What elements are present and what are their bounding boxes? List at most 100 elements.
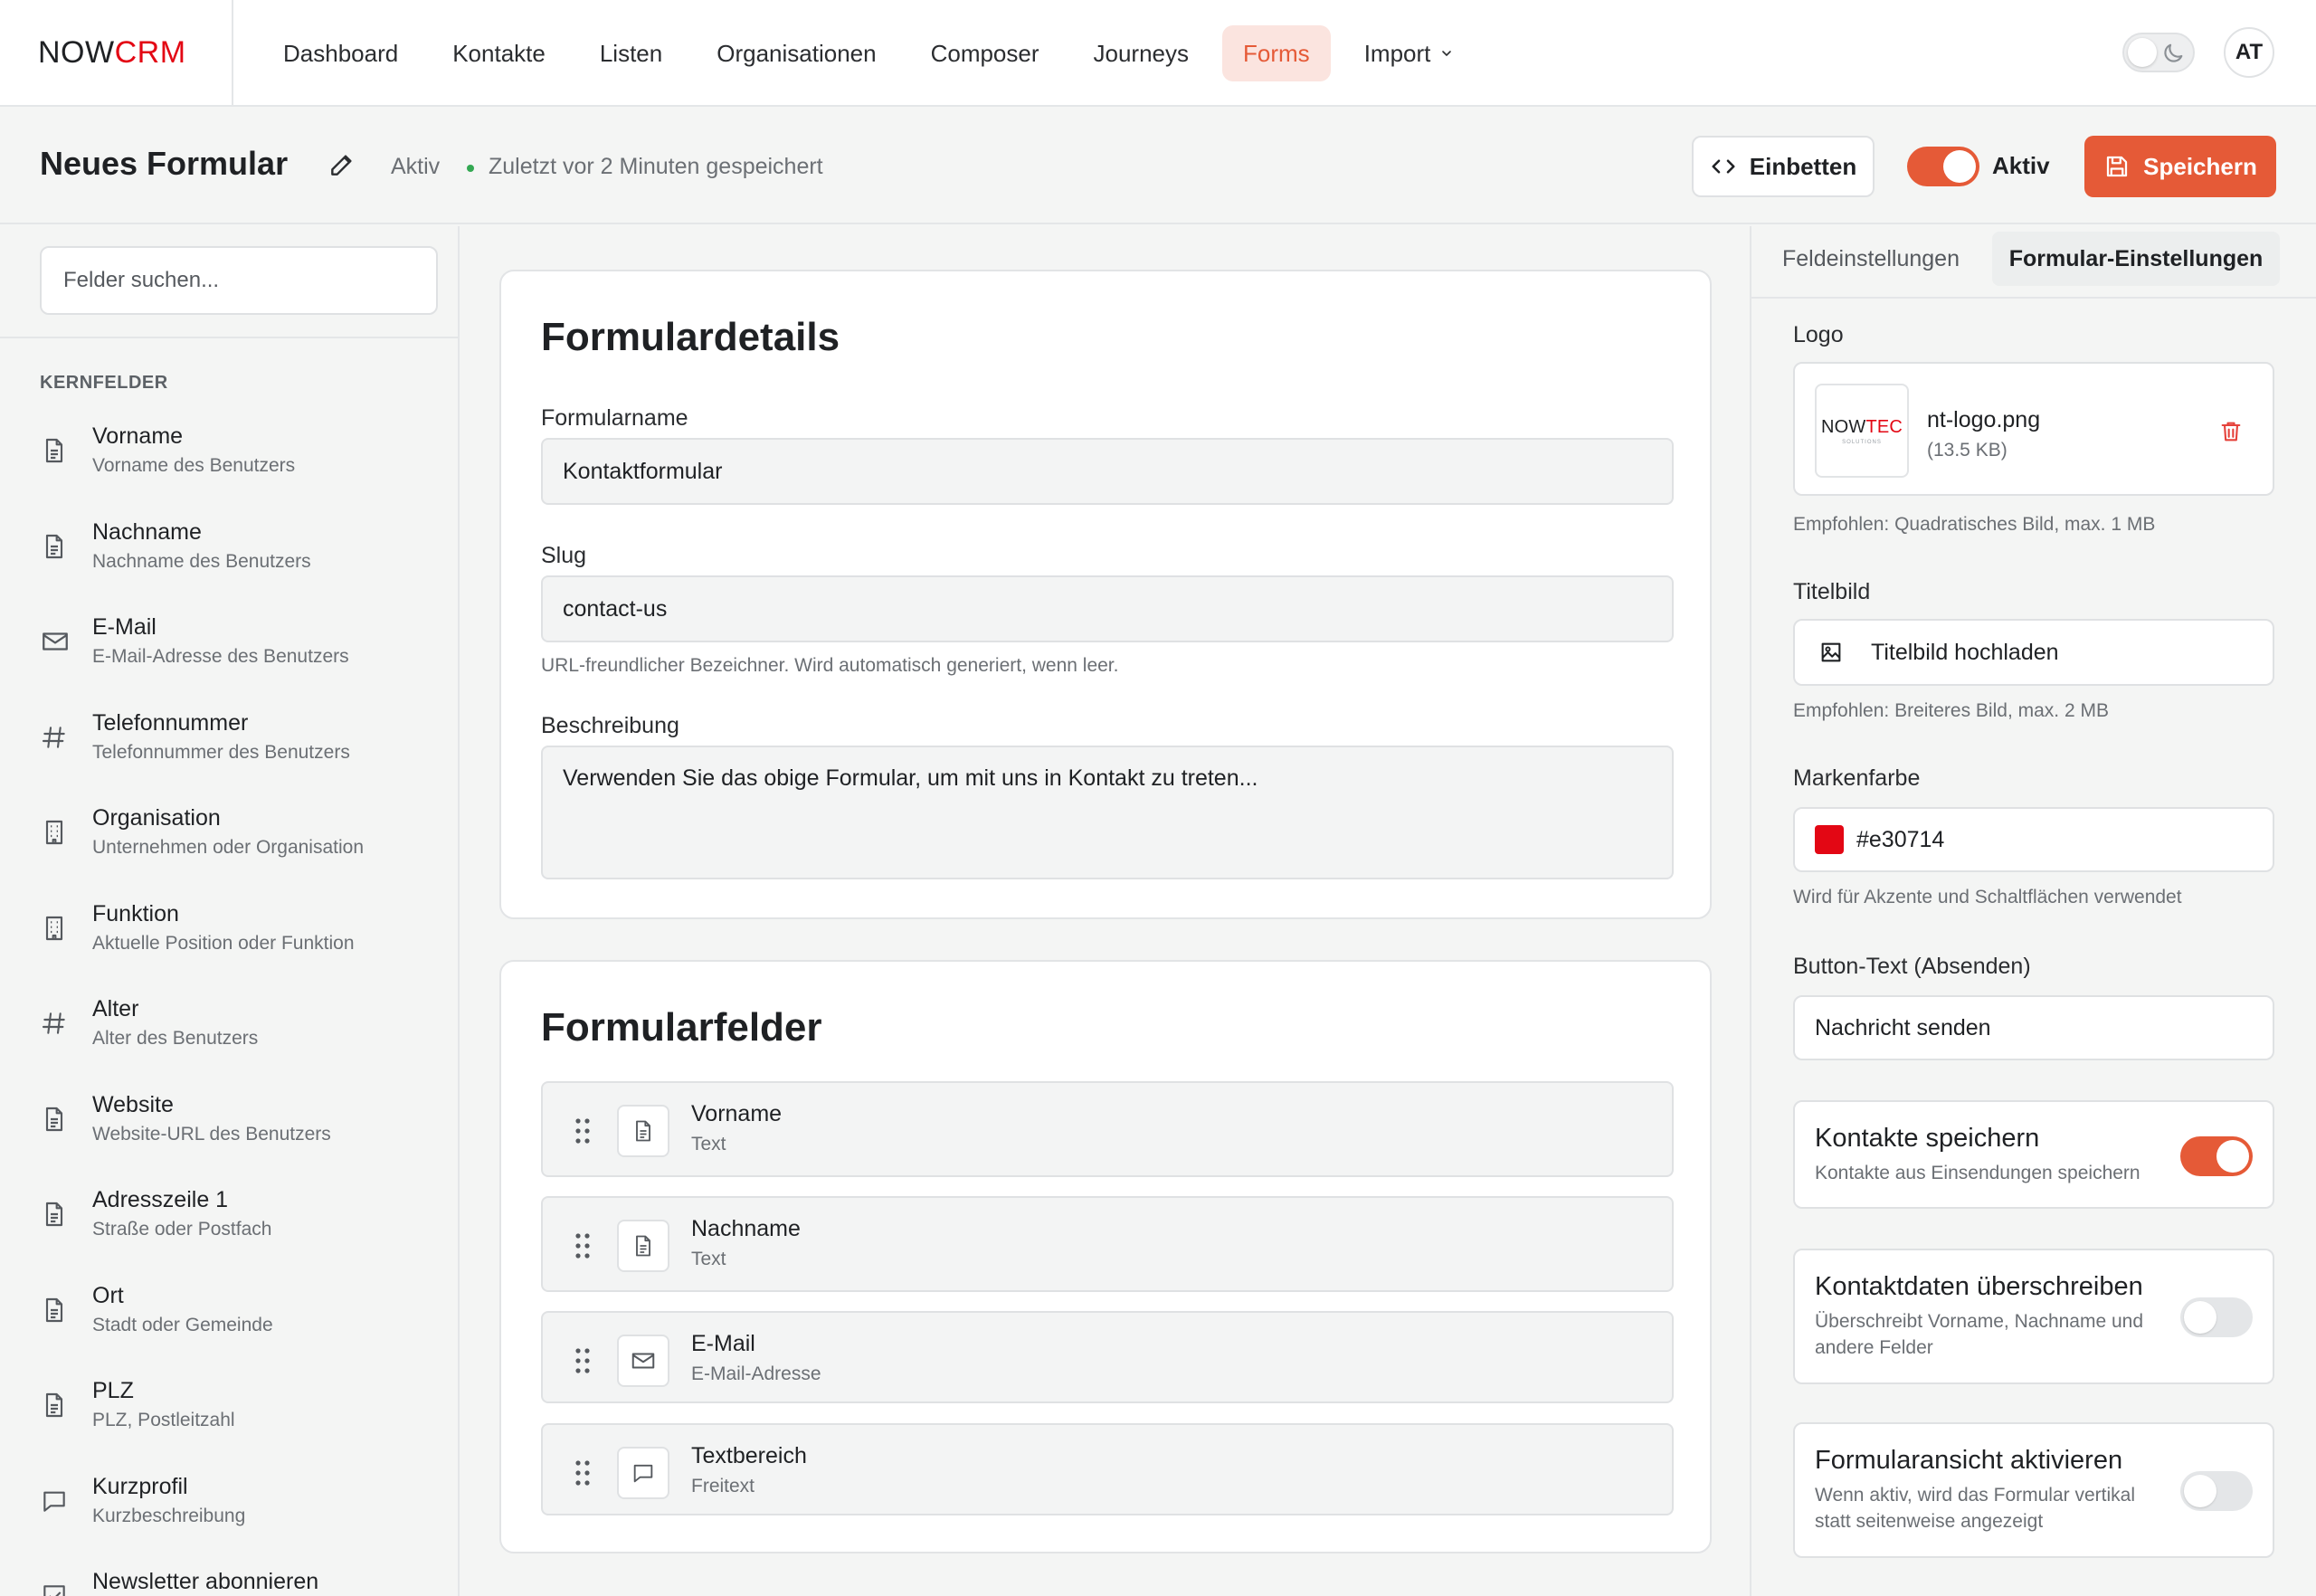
- field-item-telefonnummer[interactable]: Telefonnummer Telefonnummer des Benutzers: [40, 710, 438, 806]
- field-item-alter[interactable]: Alter Alter des Benutzers: [40, 996, 438, 1092]
- building-icon: [40, 816, 71, 849]
- theme-toggle[interactable]: [2122, 33, 2195, 72]
- field-desc: Unternehmen oder Organisation: [92, 837, 365, 858]
- color-swatch[interactable]: [1815, 825, 1844, 854]
- field-item-organisation[interactable]: Organisation Unternehmen oder Organisatio…: [40, 805, 438, 901]
- nav-journeys[interactable]: Journeys: [1073, 25, 1210, 81]
- nav-listen[interactable]: Listen: [579, 25, 683, 81]
- saved-timestamp: Zuletzt vor 2 Minuten gespeichert: [489, 154, 823, 179]
- form-view-card: Formularansicht aktivieren Wenn aktiv, w…: [1793, 1422, 2274, 1558]
- form-field-row[interactable]: Vorname Text: [541, 1081, 1674, 1177]
- tab-form-settings[interactable]: Formular-Einstellungen: [1992, 232, 2280, 286]
- field-name: Nachname: [92, 518, 202, 545]
- field-desc: Website-URL des Benutzers: [92, 1123, 331, 1145]
- status-dot: [467, 165, 474, 172]
- moon-icon: [2160, 41, 2186, 66]
- form-field-type: E-Mail-Adresse: [691, 1363, 821, 1384]
- brand-color-value: #e30714: [1856, 826, 1945, 852]
- field-name: PLZ: [92, 1378, 134, 1403]
- nav-kontakte[interactable]: Kontakte: [432, 25, 566, 81]
- field-item-ort[interactable]: Ort Stadt oder Gemeinde: [40, 1283, 438, 1379]
- toggle-knob: [2216, 1140, 2249, 1173]
- field-item-adresszeile[interactable]: Adresszeile 1 Straße oder Postfach: [40, 1187, 438, 1283]
- field-item-kurzprofil[interactable]: Kurzprofil Kurzbeschreibung: [40, 1474, 438, 1570]
- description-label: Beschreibung: [541, 713, 679, 738]
- field-desc: E-Mail-Adresse des Benutzers: [92, 646, 349, 667]
- drag-handle-icon[interactable]: [574, 1116, 592, 1145]
- nav-composer[interactable]: Composer: [910, 25, 1060, 81]
- field-item-nachname[interactable]: Nachname Nachname des Benutzers: [40, 519, 438, 615]
- checkbox-icon: [40, 1580, 71, 1596]
- toggle-desc: Kontakte aus Einsendungen speichern: [1815, 1163, 2140, 1183]
- page-header: Neues Formular Aktiv Zuletzt vor 2 Minut…: [0, 107, 2316, 224]
- settings-tabs: Feldeinstellungen Formular-Einstellungen: [1751, 226, 2316, 299]
- logo-file-card: NOWTEC SOLUTIONS nt-logo.png (13.5 KB): [1793, 362, 2274, 496]
- toggle-knob: [2184, 1475, 2216, 1507]
- save-contacts-toggle[interactable]: [2180, 1136, 2253, 1176]
- form-fields-card: Formularfelder Vorname Text Nachname Tex…: [499, 960, 1712, 1553]
- nav-forms[interactable]: Forms: [1222, 25, 1331, 81]
- form-view-toggle[interactable]: [2180, 1471, 2253, 1511]
- description-textarea[interactable]: Verwenden Sie das obige Formular, um mit…: [541, 746, 1674, 879]
- field-item-funktion[interactable]: Funktion Aktuelle Position oder Funktion: [40, 901, 438, 997]
- active-toggle-knob: [1943, 150, 1976, 183]
- drag-handle-icon[interactable]: [574, 1231, 592, 1260]
- cover-upload-button[interactable]: Titelbild hochladen: [1793, 619, 2274, 686]
- top-navigation: NOWCRM Dashboard Kontakte Listen Organis…: [0, 0, 2316, 107]
- code-icon: [1710, 153, 1737, 180]
- save-button[interactable]: Speichern: [2084, 136, 2276, 197]
- form-details-title: Formulardetails: [541, 315, 840, 359]
- field-desc: Straße oder Postfach: [92, 1219, 272, 1240]
- nav-organisationen[interactable]: Organisationen: [696, 25, 897, 81]
- field-item-website[interactable]: Website Website-URL des Benutzers: [40, 1092, 438, 1188]
- brand-color-input[interactable]: #e30714: [1793, 807, 2274, 872]
- toggle-desc: Überschreibt Vorname, Nachname und ander…: [1815, 1311, 2144, 1358]
- drag-handle-icon[interactable]: [574, 1346, 592, 1375]
- button-text-input[interactable]: Nachricht senden: [1793, 995, 2274, 1060]
- form-field-name: Vorname: [691, 1101, 783, 1126]
- trash-icon[interactable]: [2218, 418, 2244, 445]
- button-text-label: Button-Text (Absenden): [1793, 954, 2031, 979]
- form-field-row[interactable]: E-Mail E-Mail-Adresse: [541, 1311, 1674, 1403]
- slug-input[interactable]: contact-us: [541, 575, 1674, 642]
- field-desc: Aktuelle Position oder Funktion: [92, 932, 355, 954]
- field-item-newsletter[interactable]: Newsletter abonnieren: [40, 1569, 438, 1596]
- logo-thumb-now: NOW: [1820, 416, 1866, 437]
- form-field-row[interactable]: Nachname Text: [541, 1196, 1674, 1292]
- tab-field-settings[interactable]: Feldeinstellungen: [1782, 232, 1960, 286]
- field-search-input[interactable]: [40, 246, 438, 315]
- app-logo[interactable]: NOWCRM: [0, 0, 233, 105]
- document-icon: [617, 1105, 669, 1157]
- field-desc: Vorname des Benutzers: [92, 455, 296, 476]
- field-name: Newsletter abonnieren: [92, 1569, 319, 1594]
- drag-handle-icon[interactable]: [574, 1458, 592, 1487]
- field-desc: Nachname des Benutzers: [92, 550, 311, 572]
- save-button-label: Speichern: [2143, 152, 2257, 180]
- settings-panel: Feldeinstellungen Formular-Einstellungen…: [1750, 226, 2316, 1596]
- slug-label: Slug: [541, 543, 587, 568]
- form-name-input[interactable]: Kontaktformular: [541, 438, 1674, 505]
- nav-dashboard[interactable]: Dashboard: [262, 25, 419, 81]
- field-item-vorname[interactable]: Vorname Vorname des Benutzers: [40, 423, 438, 519]
- pencil-icon[interactable]: [327, 150, 356, 179]
- field-desc: PLZ, Postleitzahl: [92, 1410, 235, 1430]
- chevron-down-icon: [1439, 46, 1454, 61]
- overwrite-contacts-toggle[interactable]: [2180, 1297, 2253, 1337]
- form-field-name: Textbereich: [691, 1443, 807, 1468]
- form-fields-title: Formularfelder: [541, 1005, 822, 1050]
- form-field-row[interactable]: Textbereich Freitext: [541, 1423, 1674, 1515]
- save-icon: [2103, 153, 2131, 180]
- form-name-value: Kontaktformular: [563, 458, 723, 484]
- field-name: Website: [92, 1091, 174, 1117]
- user-avatar[interactable]: AT: [2224, 27, 2274, 78]
- active-toggle[interactable]: [1907, 147, 1979, 186]
- chat-icon: [40, 1485, 71, 1517]
- field-item-email[interactable]: E-Mail E-Mail-Adresse des Benutzers: [40, 614, 438, 710]
- field-item-plz[interactable]: PLZ PLZ, Postleitzahl: [40, 1378, 438, 1474]
- field-sidebar: KERNFELDER VornameVorname des Benutzers …: [0, 226, 460, 1596]
- toggle-title: Formularansicht aktivieren: [1815, 1446, 2123, 1475]
- logo-now: NOW: [38, 34, 115, 70]
- embed-button[interactable]: Einbetten: [1692, 136, 1875, 197]
- nav-import[interactable]: Import: [1343, 25, 1476, 81]
- section-heading: KERNFELDER: [40, 373, 168, 393]
